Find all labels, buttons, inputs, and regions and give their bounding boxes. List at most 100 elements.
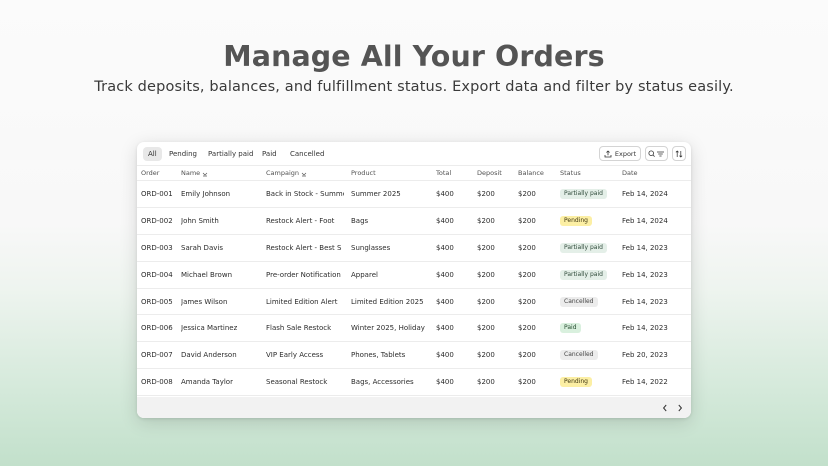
cell-total: $400 <box>436 378 454 387</box>
prev-page-button[interactable] <box>659 402 671 414</box>
cell-order: ORD-007 <box>141 351 173 360</box>
column-header-balance[interactable]: Balance <box>518 166 554 181</box>
tab-partially-paid[interactable]: Partially paid <box>203 147 258 161</box>
status-badge: Cancelled <box>560 296 598 307</box>
cell-date: Feb 14, 2024 <box>622 190 668 198</box>
cell-order: ORD-002 <box>141 216 173 225</box>
column-header-date[interactable]: Date <box>622 166 682 181</box>
status-badge: Cancelled <box>560 350 598 361</box>
hero-subtitle: Track deposits, balances, and fulfillmen… <box>94 79 734 95</box>
cell-total: $400 <box>436 351 454 360</box>
orders-table: Order Name Campaign Product Total Deposi… <box>137 165 691 397</box>
export-button[interactable]: Export <box>599 146 641 161</box>
table-row[interactable]: ORD-007 David Anderson VIP Early Access Pho… <box>137 342 691 370</box>
cell-name: James Wilson <box>181 297 228 306</box>
cell-campaign: Flash Sale Restock <box>266 324 332 333</box>
upload-icon <box>604 149 612 157</box>
cell-balance: $200 <box>518 297 536 306</box>
column-header-campaign[interactable]: Campaign <box>266 166 344 181</box>
cell-balance: $200 <box>518 270 536 279</box>
cell-product: Sunglasses <box>351 243 391 252</box>
cell-campaign: Restock Alert - Best S <box>266 243 342 252</box>
cell-campaign: VIP Early Access <box>266 351 324 360</box>
cell-name: Amanda Taylor <box>181 378 233 387</box>
cell-balance: $200 <box>518 324 536 333</box>
column-header-product[interactable]: Product <box>351 166 431 181</box>
table-row[interactable]: ORD-006 Jessica Martinez Flash Sale Restoc… <box>137 315 691 343</box>
search-filter-icon <box>648 150 664 157</box>
cell-deposit: $200 <box>477 324 495 333</box>
table-row[interactable]: ORD-005 James Wilson Limited Edition Alert… <box>137 289 691 316</box>
cell-total: $400 <box>436 243 454 252</box>
hero-title: Manage All Your Orders <box>223 40 605 73</box>
cell-date: Feb 14, 2023 <box>622 324 668 333</box>
cell-order: ORD-008 <box>141 378 173 387</box>
column-header-deposit[interactable]: Deposit <box>477 166 513 181</box>
column-header-status[interactable]: Status <box>560 166 618 181</box>
cell-order: ORD-003 <box>141 243 173 252</box>
cell-date: Feb 14, 2023 <box>622 243 668 252</box>
tab-pending[interactable]: Pending <box>164 147 202 161</box>
cell-balance: $200 <box>518 243 536 252</box>
cell-campaign: Pre-order Notification <box>266 270 341 279</box>
cell-name: David Anderson <box>181 351 237 360</box>
cell-total: $400 <box>436 216 454 225</box>
chevron-left-icon <box>662 404 667 412</box>
cell-deposit: $200 <box>477 243 495 252</box>
cell-deposit: $200 <box>477 190 495 198</box>
table-header: Order Name Campaign Product Total Deposi… <box>137 165 691 181</box>
cell-date: Feb 14, 2022 <box>622 378 668 387</box>
status-badge: Pending <box>560 377 592 388</box>
cell-name: Sarah Davis <box>181 243 223 252</box>
tab-cancelled[interactable]: Cancelled <box>285 147 329 161</box>
cell-balance: $200 <box>518 351 536 360</box>
tab-all[interactable]: All <box>143 147 162 161</box>
cell-order: ORD-006 <box>141 324 173 333</box>
orders-panel: All Pending Partially paid Paid Cancelle… <box>137 142 691 418</box>
cell-deposit: $200 <box>477 216 495 225</box>
sort-button[interactable] <box>672 146 686 161</box>
cell-order: ORD-005 <box>141 297 173 306</box>
cell-total: $400 <box>436 324 454 333</box>
cell-deposit: $200 <box>477 351 495 360</box>
chevron-right-icon <box>678 404 683 412</box>
column-header-total[interactable]: Total <box>436 166 472 181</box>
status-badge: Pending <box>560 215 592 226</box>
cell-deposit: $200 <box>477 378 495 387</box>
cell-total: $400 <box>436 190 454 198</box>
cell-campaign: Seasonal Restock <box>266 378 328 387</box>
cell-campaign: Back in Stock - Summer <box>266 190 344 198</box>
table-row[interactable]: ORD-001 Emily Johnson Back in Stock - Summ… <box>137 181 691 208</box>
cell-total: $400 <box>436 270 454 279</box>
sort-arrows-icon <box>675 149 683 158</box>
cell-product: Winter 2025, Holiday <box>351 324 425 333</box>
table-row[interactable]: ORD-003 Sarah Davis Restock Alert - Best S… <box>137 235 691 262</box>
orders-toolbar: All Pending Partially paid Paid Cancelle… <box>137 142 691 164</box>
column-header-order[interactable]: Order <box>141 166 179 181</box>
cell-product: Summer 2025 <box>351 190 401 198</box>
cell-deposit: $200 <box>477 270 495 279</box>
tab-paid[interactable]: Paid <box>257 147 282 161</box>
status-badge: Partially paid <box>560 269 607 280</box>
cell-order: ORD-004 <box>141 270 173 279</box>
cell-product: Bags <box>351 216 369 225</box>
column-header-name[interactable]: Name <box>181 166 261 181</box>
cell-balance: $200 <box>518 216 536 225</box>
cell-name: John Smith <box>181 216 219 225</box>
cell-product: Apparel <box>351 270 378 279</box>
cell-product: Bags, Accessories <box>351 378 414 387</box>
table-footer <box>137 397 691 418</box>
cell-name: Michael Brown <box>181 270 233 279</box>
table-body: ORD-001 Emily Johnson Back in Stock - Summ… <box>137 181 691 397</box>
sort-down-icon <box>301 172 307 176</box>
cell-date: Feb 20, 2023 <box>622 351 668 360</box>
next-page-button[interactable] <box>674 402 686 414</box>
table-row[interactable]: ORD-004 Michael Brown Pre-order Notificati… <box>137 262 691 289</box>
cell-product: Limited Edition 2025 <box>351 297 424 306</box>
cell-deposit: $200 <box>477 297 495 306</box>
table-row[interactable]: ORD-002 John Smith Restock Alert - Foot Bag… <box>137 208 691 235</box>
table-row[interactable]: ORD-008 Amanda Taylor Seasonal Restock Bags… <box>137 369 691 397</box>
status-badge: Partially paid <box>560 189 607 199</box>
cell-order: ORD-001 <box>141 190 173 198</box>
search-filter-button[interactable] <box>645 146 668 161</box>
